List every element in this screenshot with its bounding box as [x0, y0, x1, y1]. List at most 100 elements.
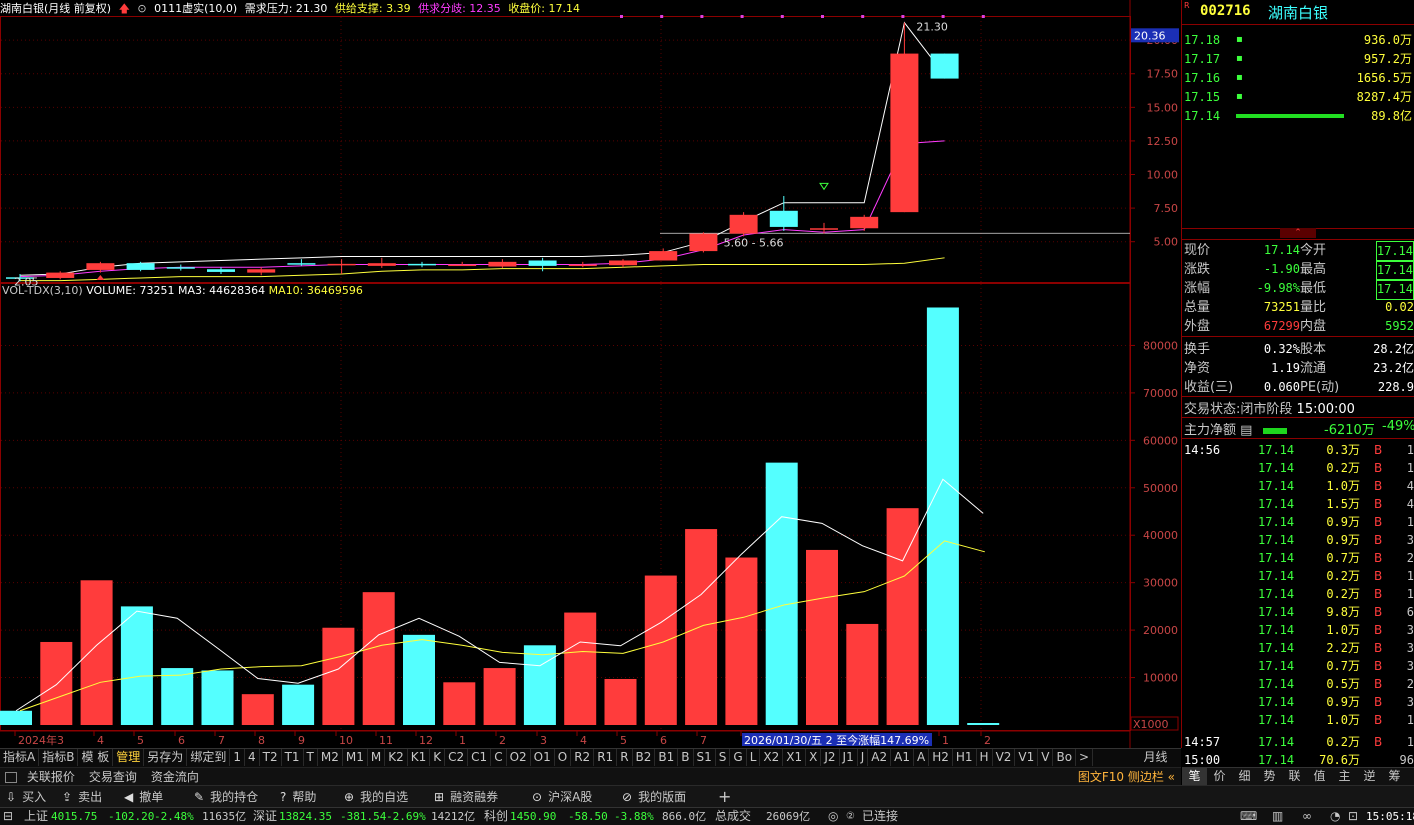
sound-icon[interactable]: ◔ [1330, 808, 1340, 825]
toolbar-item[interactable]: ⇩ 买入 [6, 786, 46, 808]
list-icon[interactable]: ▤ [1240, 423, 1252, 438]
indicator-tab[interactable]: C2 [445, 749, 469, 766]
indicator-tab[interactable]: 另存为 [144, 749, 188, 766]
right-tab[interactable]: 笔 [1182, 768, 1207, 785]
tick-row[interactable]: 17.14 1.0万 B 4 [1182, 477, 1414, 495]
right-tab[interactable]: 势 [1257, 768, 1282, 785]
indicator-tab[interactable]: 4 [245, 749, 260, 766]
kc-label[interactable]: 科创 [484, 808, 508, 825]
indicator-tab[interactable]: J1 [840, 749, 858, 766]
tick-row[interactable]: 17.14 0.2万 B 1 [1182, 567, 1414, 585]
indicator-tab[interactable]: R2 [571, 749, 595, 766]
indicator-tab[interactable]: G [730, 749, 747, 766]
chart-area[interactable]: 湖南白银(月线 前复权) 🡅 ⊙ 0111虚实(10,0) 需求压力: 21.3… [0, 0, 1182, 748]
menu-item[interactable]: 资金流向 [151, 770, 199, 784]
indicator-tab[interactable]: 模 板 [78, 749, 114, 766]
indicator-tab[interactable]: > [1076, 749, 1094, 766]
indicator-tab[interactable]: T [304, 749, 318, 766]
f10-sidebar-link[interactable]: 图文F10 侧边栏 « [1078, 768, 1175, 786]
indicator-tab[interactable]: L [747, 749, 761, 766]
indicator-tab[interactable]: B2 [633, 749, 656, 766]
indicator-tab[interactable]: 管理 [113, 749, 145, 766]
right-tab[interactable]: 细 [1232, 768, 1257, 785]
toolbar-item[interactable]: ◀ 撤单 [124, 786, 163, 808]
orderbook-row[interactable]: 17.17 ▪ 957.2万 [1182, 50, 1414, 68]
kline-chart[interactable]: 20.0017.5015.0012.5010.007.505.0020.3621… [0, 0, 1181, 748]
right-tab[interactable]: 值 [1307, 768, 1332, 785]
indicator-tab[interactable]: Bo [1053, 749, 1077, 766]
menu-item[interactable]: 关联报价 [27, 770, 75, 784]
toolbar-item[interactable]: ⊘ 我的版面 [622, 786, 686, 808]
indicator-tab[interactable]: X1 [783, 749, 807, 766]
indicator-tab[interactable]: K2 [385, 749, 408, 766]
indicator-tab[interactable]: O2 [507, 749, 531, 766]
right-tabs[interactable]: 笔价细势联值主逆筹 [1182, 767, 1414, 786]
indicator-tab[interactable]: R1 [594, 749, 618, 766]
toolbar-item[interactable]: ⇪ 卖出 [62, 786, 102, 808]
indicator-tab[interactable]: B1 [655, 749, 679, 766]
right-tab[interactable]: 价 [1207, 768, 1232, 785]
orderbook-row[interactable]: 17.14 89.8亿 [1182, 107, 1414, 125]
indicator-tab[interactable]: A [914, 749, 930, 766]
toolbar-item[interactable]: ? 帮助 [280, 786, 316, 808]
orderbook-row[interactable]: 17.18 ▪ 936.0万 [1182, 31, 1414, 49]
indicator-tab[interactable]: 指标A [0, 749, 40, 766]
indicator-tab[interactable]: O1 [531, 749, 555, 766]
collapse-icon[interactable]: ⌃ [1280, 228, 1316, 238]
menu-item[interactable]: 交易查询 [89, 770, 137, 784]
network-icon[interactable]: ◎ [828, 808, 838, 825]
tick-row[interactable]: 17.14 0.9万 B 3 [1182, 531, 1414, 549]
tick-row[interactable]: 17.14 0.9万 B 3 [1182, 693, 1414, 711]
sh-label[interactable]: 上证 [24, 808, 48, 825]
indicator-tab[interactable]: 1 [230, 749, 245, 766]
tick-row[interactable]: 17.14 0.2万 B 1 [1182, 459, 1414, 477]
bottom-menu[interactable]: 关联报价 交易查询 资金流向 图文F10 侧边栏 « [0, 767, 1181, 786]
connection-status[interactable]: 已连接 [862, 808, 898, 825]
indicator-tab[interactable]: M1 [343, 749, 368, 766]
tick-row[interactable]: 17.14 0.7万 B 3 [1182, 657, 1414, 675]
tick-row[interactable]: 17.14 9.8万 B 6 [1182, 603, 1414, 621]
indicator-tab[interactable]: V [1038, 749, 1054, 766]
tick-row[interactable]: 17.14 1.5万 B 4 [1182, 495, 1414, 513]
orderbook-row[interactable]: 17.16 ▪ 1656.5万 [1182, 69, 1414, 87]
tick-row[interactable]: 14:56 17.14 0.3万 B 1 [1182, 441, 1414, 459]
status-icon[interactable]: ⊟ [3, 808, 13, 825]
indicator-tab[interactable]: X [806, 749, 822, 766]
right-tab[interactable]: 筹 [1382, 768, 1407, 785]
sz-label[interactable]: 深证 [253, 808, 277, 825]
indicator-tab[interactable]: 绑定到 [187, 749, 231, 766]
indicator-tab[interactable]: A1 [891, 749, 914, 766]
orderbook-row[interactable]: 17.15 ▪ 8287.4万 [1182, 88, 1414, 106]
toolbar-item[interactable]: ⊕ 我的自选 [344, 786, 408, 808]
tick-row[interactable]: 17.14 0.7万 B 2 [1182, 549, 1414, 567]
trade-toolbar[interactable]: ⇩ 买入 ⇪ 卖出 ◀ 撤单 ✎ 我的持仓? 帮助 ⊕ 我的自选 ⊞ 融资融券 ⊙ 沪深A股 ⊘ 我的版面 + [0, 785, 1414, 808]
tick-row[interactable]: 17.14 0.9万 B 1 [1182, 513, 1414, 531]
indicator-tab[interactable]: M2 [318, 749, 343, 766]
tick-row[interactable]: 17.14 2.2万 B 3 [1182, 639, 1414, 657]
add-icon[interactable]: + [718, 786, 731, 808]
indicator-tab[interactable]: X2 [760, 749, 784, 766]
indicator-tab[interactable]: V2 [993, 749, 1016, 766]
period-tab[interactable]: 月线 [1130, 748, 1181, 767]
indicator-tab[interactable]: O [555, 749, 572, 766]
grid-icon[interactable]: ▥ [1272, 808, 1283, 825]
indicator-tab[interactable]: J2 [821, 749, 840, 766]
indicator-tab[interactable]: K1 [408, 749, 431, 766]
link-icon[interactable]: ∞ [1302, 808, 1312, 825]
lock-icon[interactable]: ⊡ [1348, 808, 1358, 825]
toolbar-item[interactable]: ✎ 我的持仓 [194, 786, 258, 808]
indicator-tab[interactable]: C [491, 749, 507, 766]
indicator-tab[interactable]: 指标B [39, 749, 79, 766]
indicator-tab[interactable]: T2 [260, 749, 282, 766]
indicator-tab[interactable]: H [977, 749, 993, 766]
indicator-tab[interactable]: V1 [1015, 749, 1039, 766]
indicator-tab[interactable]: H2 [929, 749, 953, 766]
indicator-tab[interactable]: S [716, 749, 731, 766]
indicator-tab-bar[interactable]: 指标A 指标B 模 板管理 另存为 绑定到 1 4 T2 T1 T M2 M1 M K2 K1 K C2 C1 C O… [0, 748, 1181, 767]
indicator-tab[interactable]: C1 [468, 749, 492, 766]
indicator-tab[interactable]: B [678, 749, 694, 766]
keyboard-icon[interactable]: ⌨ [1240, 808, 1257, 825]
tick-row[interactable]: 14:57 17.14 0.2万 B 1 [1182, 733, 1414, 751]
indicator-tab[interactable]: R [617, 749, 633, 766]
right-tab[interactable]: 联 [1282, 768, 1307, 785]
